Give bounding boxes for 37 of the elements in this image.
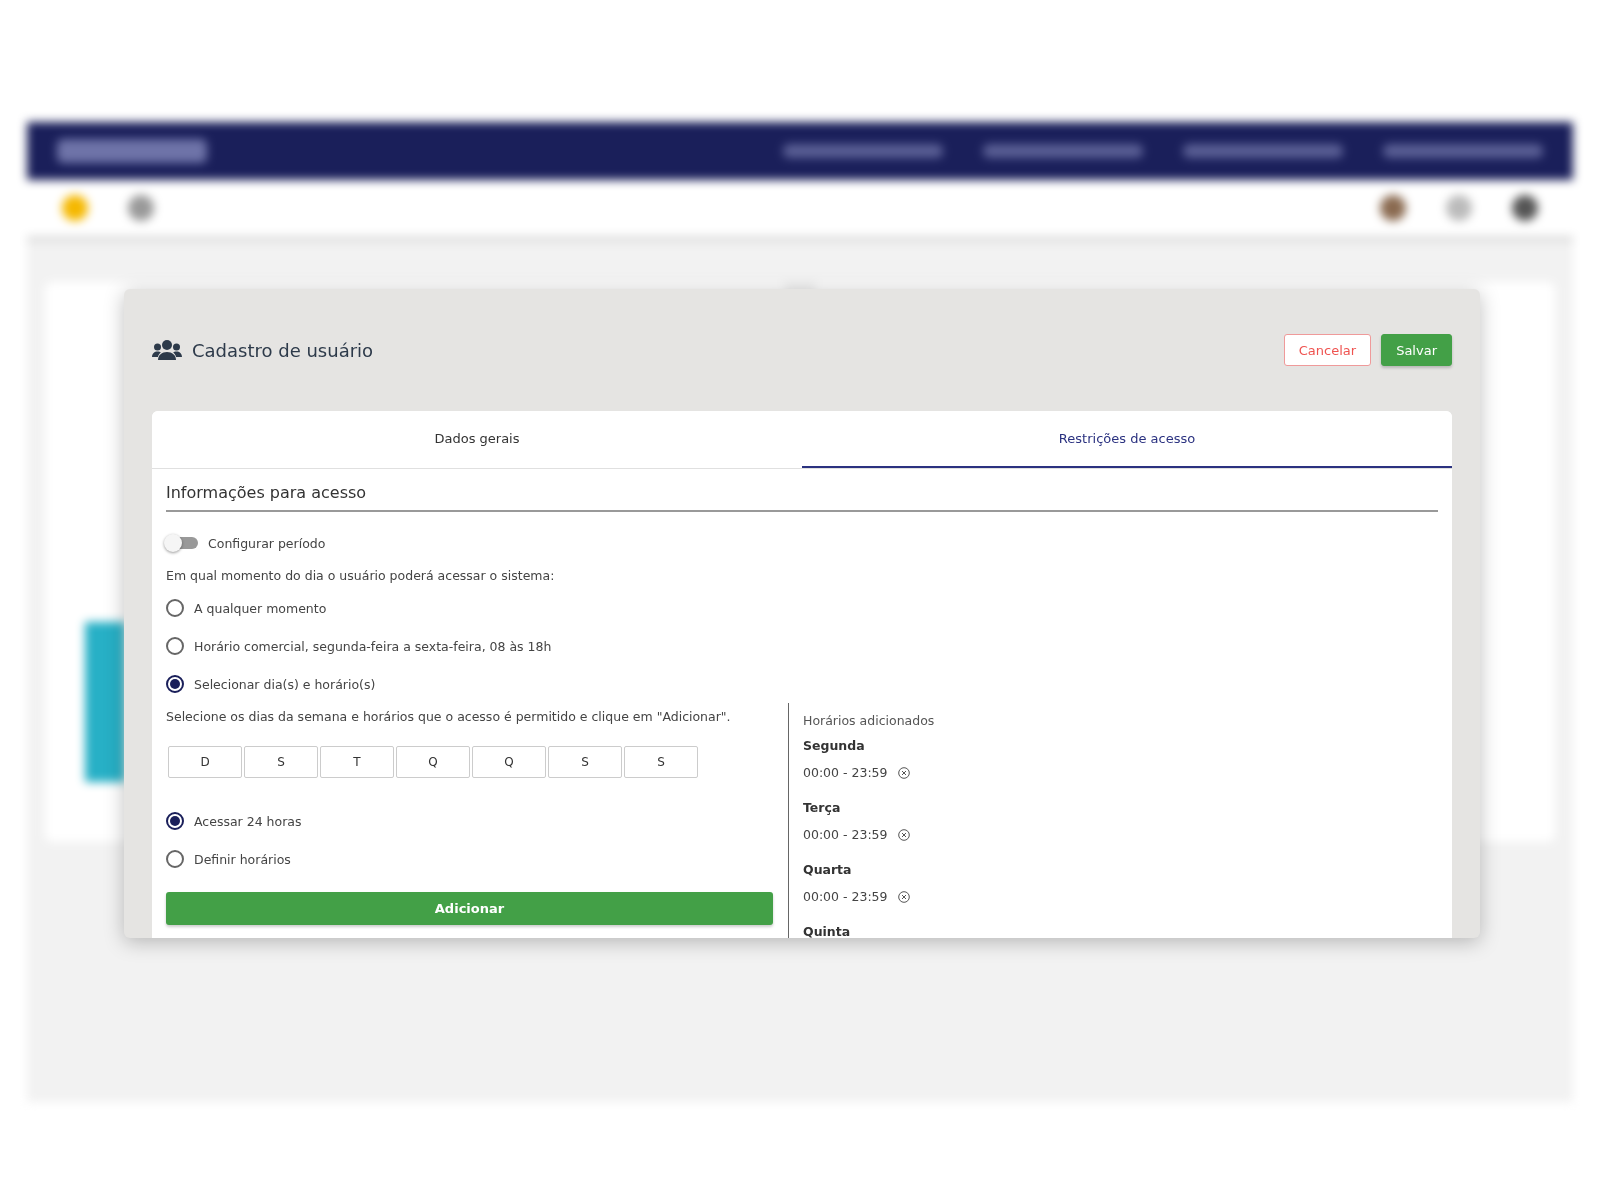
- added-schedules-title: Horários adicionados: [803, 712, 936, 730]
- weekday-button[interactable]: S: [244, 746, 318, 778]
- weekday-name: Terça: [803, 799, 842, 817]
- section-title: Informações para acesso: [166, 483, 1438, 512]
- weekday-button[interactable]: D: [168, 746, 242, 778]
- time-range: 00:00 - 23:59: [803, 889, 888, 904]
- weekday-button[interactable]: S: [548, 746, 622, 778]
- users-icon: [152, 339, 182, 361]
- tab[interactable]: Restrições de acesso: [802, 411, 1452, 468]
- question-text: Em qual momento do dia o usuário poderá acessar o sistema:: [166, 567, 556, 585]
- radio-label: Horário comercial, segunda-feira a sexta-feira, 08 às 18h: [194, 638, 552, 654]
- radio-button[interactable]: [166, 637, 184, 655]
- cancel-button[interactable]: Cancelar: [1283, 334, 1372, 366]
- weekday-name: Quinta: [803, 923, 852, 938]
- dialog-title: Cadastro de usuário: [192, 339, 374, 361]
- radio-label: Definir horários: [194, 851, 291, 867]
- toggle-switch[interactable]: [166, 537, 198, 549]
- weekday-button[interactable]: T: [320, 746, 394, 778]
- radio-button[interactable]: [166, 675, 184, 693]
- toggle-label: Configurar período: [208, 535, 326, 551]
- remove-icon[interactable]: [897, 766, 910, 779]
- radio-label: A qualquer momento: [194, 600, 327, 616]
- radio-button[interactable]: [166, 850, 184, 868]
- weekday-name: Segunda: [803, 737, 866, 755]
- radio-label: Selecionar dia(s) e horário(s): [194, 676, 376, 692]
- weekday-name: Quarta: [803, 861, 853, 879]
- radio-button[interactable]: [166, 812, 184, 830]
- instructions-text: Selecione os dias da semana e horários que o acesso é permitido e clique em "Adicionar".: [166, 708, 732, 726]
- remove-icon[interactable]: [897, 890, 910, 903]
- time-range: 00:00 - 23:59: [803, 827, 888, 842]
- weekday-button[interactable]: Q: [396, 746, 470, 778]
- remove-icon[interactable]: [897, 828, 910, 841]
- weekday-button[interactable]: Q: [472, 746, 546, 778]
- time-range: 00:00 - 23:59: [803, 765, 888, 780]
- weekday-button[interactable]: S: [624, 746, 698, 778]
- radio-label: Acessar 24 horas: [194, 813, 302, 829]
- radio-button[interactable]: [166, 599, 184, 617]
